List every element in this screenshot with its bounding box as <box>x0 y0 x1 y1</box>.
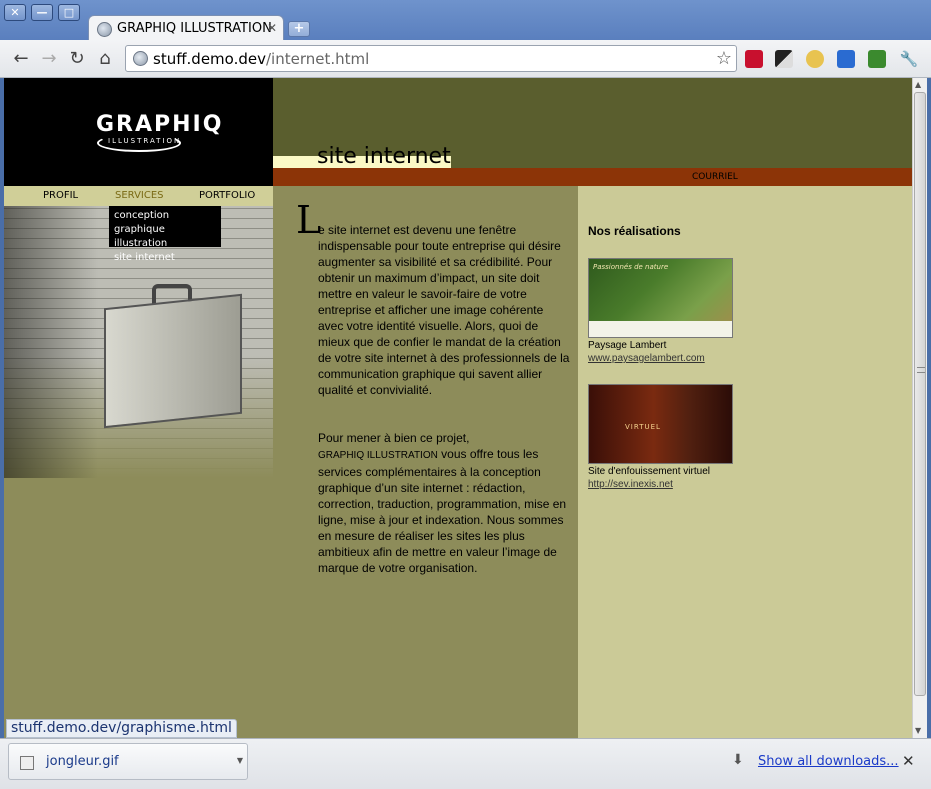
show-all-downloads-link[interactable]: Show all downloads... <box>758 754 899 769</box>
work-link-2[interactable]: http://sev.inexis.net <box>588 479 673 490</box>
thumb-band <box>589 321 732 337</box>
address-bar[interactable]: stuff.demo.dev/internet.html ☆ <box>125 45 737 72</box>
download-filename: jongleur.gif <box>46 754 119 769</box>
brand-name: GRAPHIQ ILLUSTRATION <box>318 450 438 461</box>
globe-icon <box>97 22 112 37</box>
scroll-down-icon[interactable]: ▼ <box>915 726 921 735</box>
dropdown-item-illustration[interactable]: illustration <box>114 237 216 251</box>
tab-title: GRAPHIQ ILLUSTRATION <box>117 21 272 36</box>
scroll-grip <box>917 367 925 373</box>
bookmark-star-icon[interactable]: ☆ <box>716 48 732 69</box>
page-globe-icon <box>133 51 148 66</box>
download-menu-icon[interactable]: ▼ <box>237 756 243 765</box>
tab-close-icon[interactable]: ✕ <box>267 21 277 35</box>
realisations-title: Nos réalisations <box>588 224 681 238</box>
wrench-icon[interactable]: 🔧 <box>898 48 920 70</box>
scroll-thumb[interactable] <box>914 92 926 696</box>
maximize-button[interactable]: □ <box>58 4 80 21</box>
nav-profil[interactable]: PROFIL <box>43 190 78 201</box>
evernote-icon[interactable] <box>868 50 886 68</box>
close-window-button[interactable]: ✕ <box>4 4 26 21</box>
dropdown-item-conception[interactable]: conception graphique <box>114 209 216 237</box>
minimize-button[interactable]: — <box>31 4 53 21</box>
status-url-bubble: stuff.demo.dev/graphisme.html <box>6 719 237 738</box>
home-icon[interactable]: ⌂ <box>94 48 116 70</box>
page-title: site internet <box>317 144 451 169</box>
url-text: stuff.demo.dev/internet.html <box>153 50 370 68</box>
image-file-icon <box>20 756 34 770</box>
dropdown-item-site-internet[interactable]: site internet <box>114 251 216 265</box>
download-shelf: jongleur.gif ▼ ⬇ Show all downloads... ✕ <box>0 738 931 789</box>
logo-subtitle: ILLUSTRATION <box>108 137 182 145</box>
logo-area[interactable]: GRAPHIQ ILLUSTRATION <box>4 78 273 186</box>
work-thumbnail-1[interactable]: Passionnés de nature <box>588 258 733 338</box>
download-item[interactable]: jongleur.gif ▼ <box>8 743 248 780</box>
page-viewport: GRAPHIQ ILLUSTRATION site internet COURR… <box>4 78 912 738</box>
nav-portfolio[interactable]: PORTFOLIO <box>199 190 255 201</box>
work-caption-1: Paysage Lambert <box>588 340 667 351</box>
scroll-up-icon[interactable]: ▲ <box>915 80 921 89</box>
paragraph-2: Pour mener à bien ce projet, GRAPHIQ ILLU… <box>318 431 567 575</box>
new-tab-button[interactable]: + <box>288 21 310 37</box>
window-titlebar: ✕ — □ GRAPHIQ ILLUSTRATION ✕ + <box>0 0 931 41</box>
logo: GRAPHIQ <box>96 112 224 137</box>
services-dropdown: conception graphique illustration site i… <box>109 206 221 263</box>
thumb-text-1: Passionnés de nature <box>593 263 669 271</box>
header-rust-bar <box>273 168 912 186</box>
extension-chat-icon[interactable] <box>837 50 855 68</box>
extension-screen-icon[interactable] <box>775 50 793 68</box>
work-caption-2: Site d'enfouissement virtuel <box>588 466 710 477</box>
work-link-1[interactable]: www.paysagelambert.com <box>588 353 705 364</box>
left-column-fill <box>4 478 273 738</box>
courriel-link[interactable]: COURRIEL <box>692 172 738 182</box>
paragraph-1: e site internet est devenu une fenêtre i… <box>318 223 570 397</box>
browser-toolbar: ← → ↻ ⌂ stuff.demo.dev/internet.html ☆ 🔧 <box>0 40 931 78</box>
site-nav: PROFIL SERVICES PORTFOLIO <box>4 186 273 206</box>
thumb-text-2: VIRTUEL <box>625 423 661 431</box>
extension-asterisk-icon[interactable] <box>745 50 763 68</box>
vertical-scrollbar[interactable]: ▲ ▼ <box>912 78 927 738</box>
forward-icon[interactable]: → <box>38 48 60 70</box>
reload-icon[interactable]: ↻ <box>66 48 88 70</box>
work-thumbnail-2[interactable]: VIRTUEL <box>588 384 733 464</box>
back-icon[interactable]: ← <box>10 48 32 70</box>
download-arrow-icon: ⬇ <box>732 752 744 768</box>
browser-tab[interactable]: GRAPHIQ ILLUSTRATION ✕ <box>88 15 284 41</box>
nav-services[interactable]: SERVICES <box>115 190 164 201</box>
close-shelf-icon[interactable]: ✕ <box>902 752 915 770</box>
extension-smiley-icon[interactable] <box>806 50 824 68</box>
